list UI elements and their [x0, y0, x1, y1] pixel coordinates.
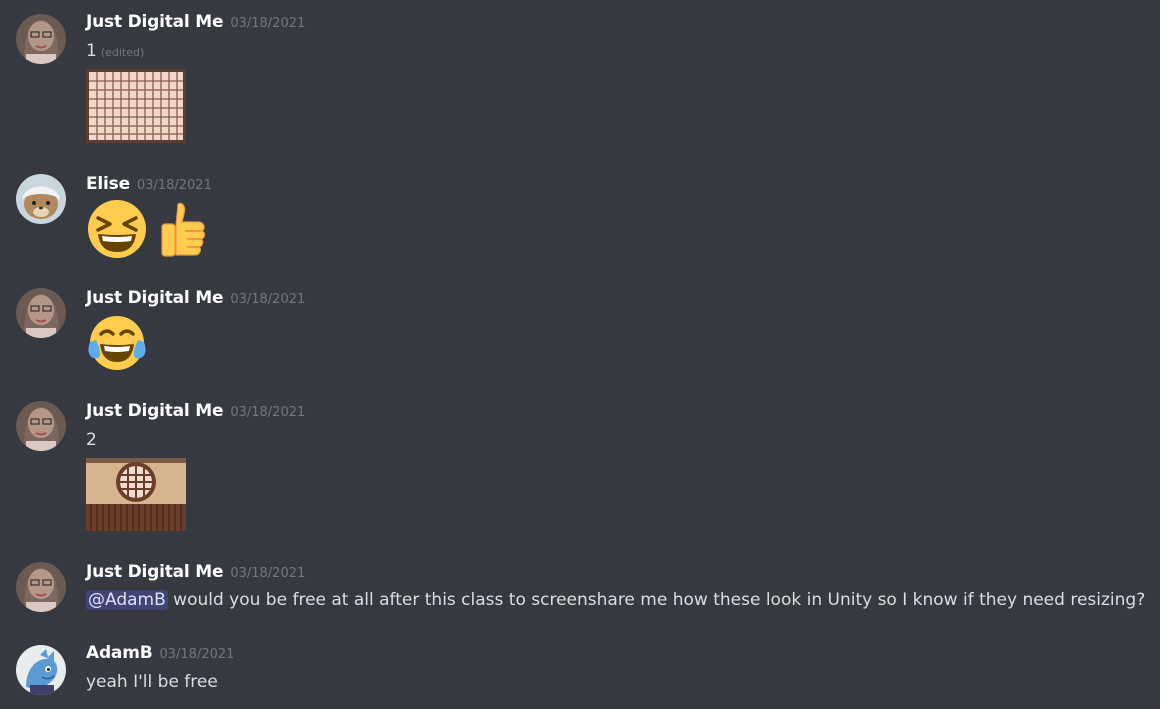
message-text: 2	[86, 430, 97, 450]
username[interactable]: AdamB	[86, 643, 153, 663]
timestamp: 03/18/2021	[159, 647, 235, 662]
avatar-adamb[interactable]	[16, 645, 66, 695]
avatar-just-digital-me[interactable]	[16, 288, 66, 338]
chat-messages: Just Digital Me 03/18/2021 1 (edited) El…	[0, 0, 1160, 709]
username[interactable]: Just Digital Me	[86, 288, 224, 308]
timestamp: 03/18/2021	[230, 292, 306, 307]
username[interactable]: Elise	[86, 174, 130, 194]
round-window-wall-image[interactable]	[86, 458, 186, 535]
shoji-screen-image[interactable]	[86, 69, 186, 147]
tears-of-joy-emoji	[86, 312, 148, 378]
laughing-emoji	[86, 198, 148, 264]
message-header: Just Digital Me 03/18/2021	[86, 288, 305, 308]
thumbs-up-emoji	[152, 198, 214, 264]
mention-adamb[interactable]: @AdamB	[86, 590, 168, 610]
message-body: 2	[86, 430, 97, 450]
message-text: @AdamB would you be free at all after th…	[86, 590, 1145, 610]
username[interactable]: Just Digital Me	[86, 12, 224, 32]
emoji-row	[86, 198, 214, 264]
message-text: yeah I'll be free	[86, 672, 218, 692]
message-header: Just Digital Me 03/18/2021	[86, 12, 305, 32]
message-header: Just Digital Me 03/18/2021	[86, 401, 305, 421]
username[interactable]: Just Digital Me	[86, 401, 224, 421]
avatar-elise[interactable]	[16, 174, 66, 224]
message-header: Just Digital Me 03/18/2021	[86, 562, 305, 582]
edited-label: (edited)	[100, 46, 145, 59]
message-header: AdamB 03/18/2021	[86, 643, 234, 663]
timestamp: 03/18/2021	[230, 405, 306, 420]
message-body: 1	[86, 41, 97, 61]
avatar-just-digital-me[interactable]	[16, 401, 66, 451]
username[interactable]: Just Digital Me	[86, 562, 224, 582]
message-header: Elise 03/18/2021	[86, 174, 212, 194]
message-body: yeah I'll be free	[86, 672, 218, 692]
timestamp: 03/18/2021	[230, 16, 306, 31]
avatar-just-digital-me[interactable]	[16, 14, 66, 64]
timestamp: 03/18/2021	[230, 566, 306, 581]
message-text: 1 (edited)	[86, 41, 144, 61]
avatar-just-digital-me[interactable]	[16, 562, 66, 612]
message-body: would you be free at all after this clas…	[173, 590, 1146, 610]
timestamp: 03/18/2021	[136, 178, 212, 193]
emoji-row	[86, 312, 148, 378]
